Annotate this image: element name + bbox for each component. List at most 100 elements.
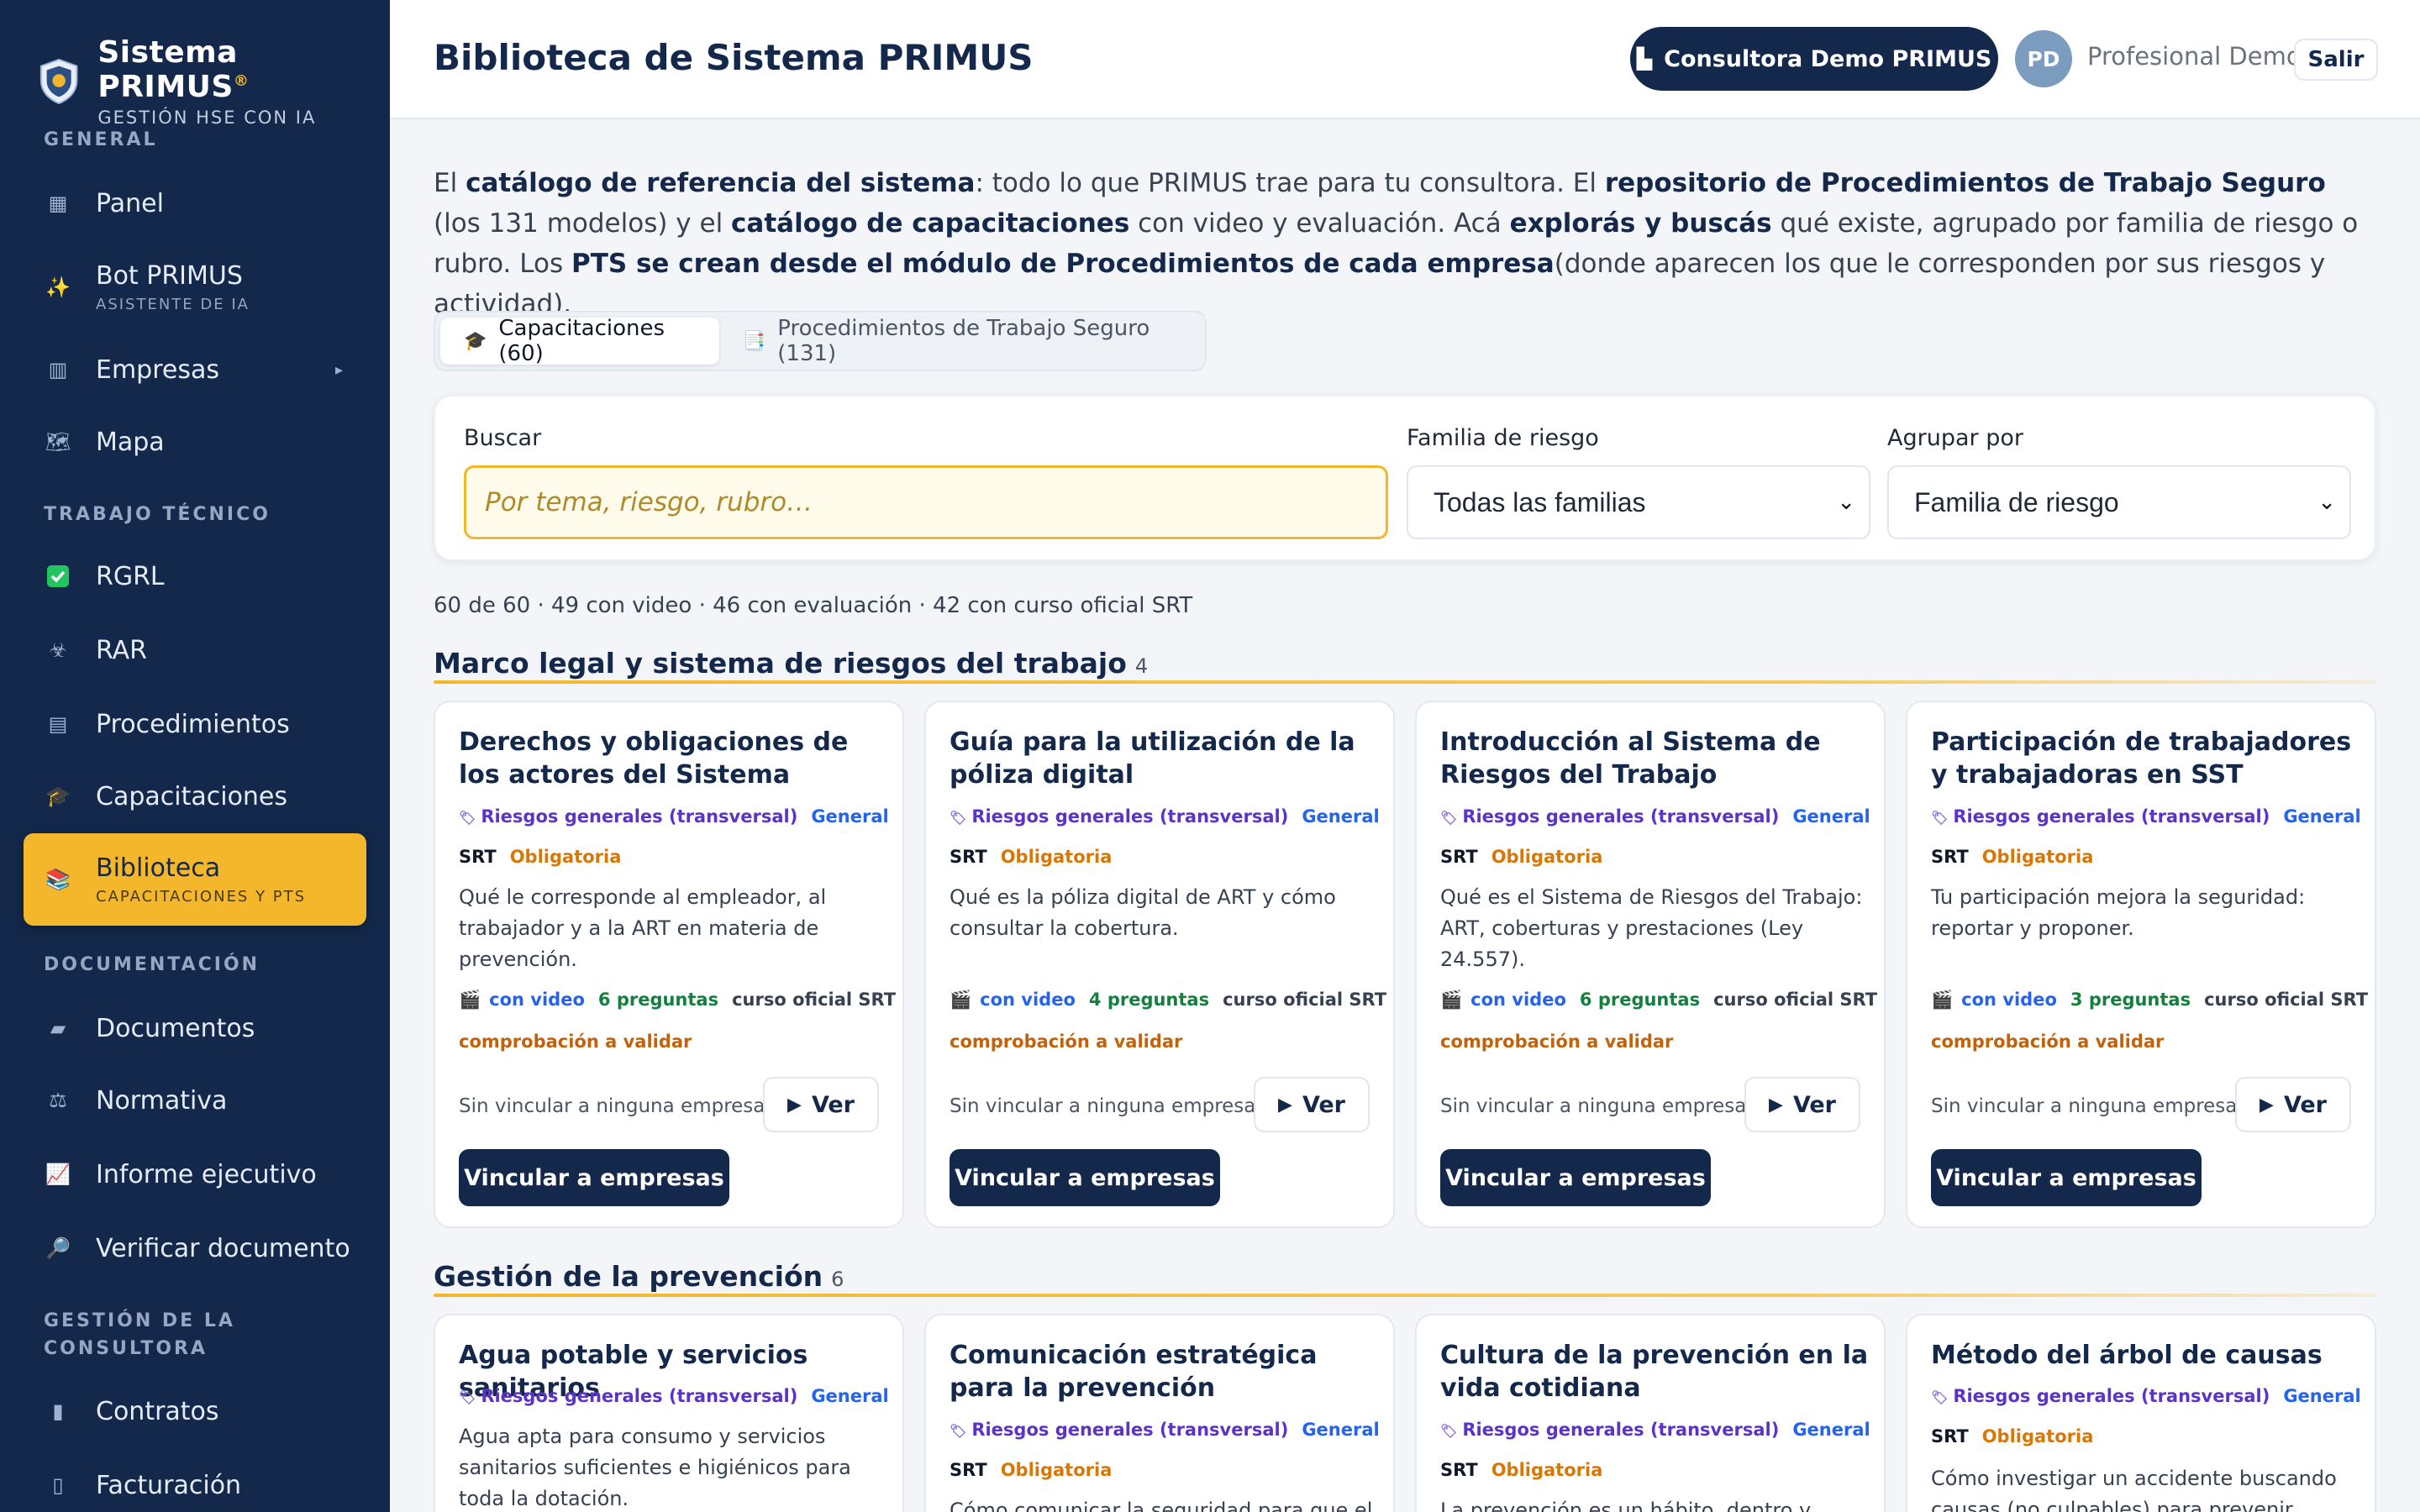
sidebar-item-facturacion[interactable]: ▯ Facturación xyxy=(24,1462,366,1509)
sidebar-item-mapa[interactable]: 🗺 Mapa xyxy=(24,418,366,465)
card-tags: 🏷 Riesgos generales (transversal) General xyxy=(459,1386,889,1406)
search-input[interactable]: Por tema, riesgo, rubro… xyxy=(464,465,1388,539)
sidebar-item-contratos[interactable]: ▮ Contratos xyxy=(24,1388,366,1435)
card-tags: 🏷 Riesgos generales (transversal) General xyxy=(1440,1420,1870,1440)
chevron-down-icon: ⌄ xyxy=(2317,489,2336,514)
sidebar-item-normativa[interactable]: ⚖ Normativa xyxy=(24,1077,366,1124)
tab-procedimientos[interactable]: 📑 Procedimientos de Trabajo Seguro (131) xyxy=(719,316,1200,366)
chart-icon: 📈 xyxy=(45,1163,71,1186)
grid-icon: ▦ xyxy=(48,192,68,215)
card-badges: SRT Obligatoria xyxy=(1440,1460,1603,1480)
sidebar-item-label: Biblioteca CAPACITACIONES Y PTS xyxy=(96,853,307,906)
building-icon: ▥ xyxy=(48,358,68,381)
card-validation: comprobación a validar xyxy=(459,1032,692,1052)
play-icon: ▶ xyxy=(1278,1094,1292,1116)
sidebar-item-rar[interactable]: ☣ RAR xyxy=(24,627,366,674)
nav-section-general: GENERAL xyxy=(44,129,158,150)
sidebar-item-label: Informe ejecutivo xyxy=(96,1159,317,1189)
play-icon: ▶ xyxy=(2260,1094,2274,1116)
card-link-status: Sin vincular a ninguna empresa xyxy=(950,1095,1256,1117)
group-by-label: Agrupar por xyxy=(1887,425,2023,451)
card-badges: SRT Obligatoria xyxy=(1931,847,2094,867)
graduation-cap-icon: 🎓 xyxy=(464,330,487,352)
sidebar-item-capacitaciones[interactable]: 🎓 Capacitaciones xyxy=(24,773,366,820)
avatar[interactable]: PD xyxy=(2015,30,2072,87)
view-button[interactable]: ▶ Ver xyxy=(2235,1077,2351,1132)
link-to-companies-button[interactable]: Vincular a empresas xyxy=(950,1149,1220,1206)
card-link-status: Sin vincular a ninguna empresa xyxy=(1931,1095,2238,1117)
card-link-status: Sin vincular a ninguna empresa xyxy=(1440,1095,1747,1117)
search-label: Buscar xyxy=(464,425,542,451)
brand-tagline: GESTIÓN HSE CON IA xyxy=(97,108,317,128)
shield-logo-icon xyxy=(39,58,78,105)
link-to-companies-button[interactable]: Vincular a empresas xyxy=(459,1149,729,1206)
graduation-cap-icon: 🎓 xyxy=(45,785,71,808)
logout-button[interactable]: Salir xyxy=(2294,39,2378,81)
card-description: Qué es el Sistema de Riesgos del Trabajo… xyxy=(1440,885,1863,971)
view-button[interactable]: ▶ Ver xyxy=(763,1077,879,1132)
sidebar-item-label: Empresas xyxy=(96,354,219,385)
sidebar: Sistema PRIMUS® GESTIÓN HSE CON IA GENER… xyxy=(0,0,390,1512)
card-tags: 🏷 Riesgos generales (transversal) General xyxy=(950,806,1380,827)
card-validation: comprobación a validar xyxy=(950,1032,1183,1052)
sidebar-item-label: RGRL xyxy=(96,561,165,591)
course-card: Introducción al Sistema de Riesgos del T… xyxy=(1415,701,1886,1228)
sparkles-icon: ✨ xyxy=(45,276,71,299)
tag-icon: 🏷 xyxy=(1440,810,1458,826)
link-to-companies-button[interactable]: Vincular a empresas xyxy=(1931,1149,2202,1206)
card-title: Derechos y obligaciones de los actores d… xyxy=(459,727,849,790)
play-icon: ▶ xyxy=(1769,1094,1783,1116)
page-title: Biblioteca de Sistema PRIMUS xyxy=(434,37,1034,78)
course-card: Comunicación estratégica para la prevenc… xyxy=(924,1314,1395,1512)
consultora-button[interactable]: ▙ Consultora Demo PRIMUS xyxy=(1630,27,1998,91)
sidebar-item-bot-primus[interactable]: ✨ Bot PRIMUS ASISTENTE DE IA xyxy=(24,252,366,323)
sidebar-item-rgrl[interactable]: RGRL xyxy=(24,553,366,600)
card-badges: SRT Obligatoria xyxy=(1931,1426,2094,1446)
clapperboard-icon: 🎬 xyxy=(459,990,481,1010)
group-divider xyxy=(434,1294,2376,1297)
tag-icon: 🏷 xyxy=(459,810,476,826)
group-heading: Gestión de la prevención 6 xyxy=(434,1260,844,1293)
brand-title: Sistema PRIMUS® xyxy=(97,35,250,104)
sidebar-item-biblioteca[interactable]: 📚 Biblioteca CAPACITACIONES Y PTS xyxy=(24,833,366,926)
course-card: Derechos y obligaciones de los actores d… xyxy=(434,701,904,1228)
view-button[interactable]: ▶ Ver xyxy=(1254,1077,1370,1132)
course-card: Agua potable y servicios sanitarios 🏷 Rie… xyxy=(434,1314,904,1512)
sidebar-item-label: Contratos xyxy=(96,1396,219,1426)
tag-icon: 🏷 xyxy=(1931,810,1949,826)
sidebar-item-label: Bot PRIMUS ASISTENTE DE IA xyxy=(96,261,250,313)
family-select[interactable]: Todas las familias ⌄ xyxy=(1407,465,1870,539)
card-description: Cómo comunicar la seguridad para que el xyxy=(950,1499,1373,1512)
card-description: Qué es la póliza digital de ART y cómo c… xyxy=(950,885,1336,940)
nav-section-gestion-consultora: GESTIÓN DE LA CONSULTORA xyxy=(44,1310,235,1359)
sidebar-item-procedimientos[interactable]: ▤ Procedimientos xyxy=(24,701,366,748)
course-card: Participación de trabajadores y trabajad… xyxy=(1906,701,2376,1228)
page-icon: ▮ xyxy=(52,1399,64,1423)
card-meta: 🎬 con video 4 preguntas curso oficial SRT xyxy=(950,990,1387,1010)
sidebar-item-documentos[interactable]: ▰ Documentos xyxy=(24,1005,366,1052)
sidebar-item-label: Documentos xyxy=(96,1013,255,1043)
sidebar-item-panel[interactable]: ▦ Panel xyxy=(24,180,366,227)
group-by-select[interactable]: Familia de riesgo ⌄ xyxy=(1887,465,2351,539)
user-name: Profesional Demo xyxy=(2087,42,2302,71)
nav-section-trabajo-tecnico: TRABAJO TÉCNICO xyxy=(44,504,271,525)
card-title: Método del árbol de causas xyxy=(1931,1341,2323,1370)
card-description: Tu participación mejora la seguridad: re… xyxy=(1931,885,2306,940)
check-box-icon xyxy=(45,564,71,589)
family-select-value: Todas las familias xyxy=(1434,486,1646,517)
sidebar-item-informe-ejecutivo[interactable]: 📈 Informe ejecutivo xyxy=(24,1151,366,1198)
tag-icon: 🏷 xyxy=(459,1389,476,1405)
document-icon: ▤ xyxy=(48,712,68,736)
card-title: Guía para la utilización de la póliza di… xyxy=(950,727,1355,790)
card-title: Comunicación estratégica para la prevenc… xyxy=(950,1341,1318,1403)
sidebar-item-empresas[interactable]: ▥ Empresas ▸ xyxy=(24,346,366,393)
sidebar-item-verificar-documento[interactable]: 🔎 Verificar documento xyxy=(24,1225,366,1272)
brand[interactable]: Sistema PRIMUS® GESTIÓN HSE CON IA xyxy=(0,0,390,128)
tab-capacitaciones[interactable]: 🎓 Capacitaciones (60) xyxy=(440,316,719,366)
chevron-right-icon: ▸ xyxy=(334,360,343,379)
card-description: La prevención es un hábito, dentro y fue… xyxy=(1440,1499,1812,1512)
view-button[interactable]: ▶ Ver xyxy=(1744,1077,1860,1132)
card-tags: 🏷 Riesgos generales (transversal) General xyxy=(1931,806,2361,827)
sidebar-item-label: Procedimientos xyxy=(96,709,290,739)
link-to-companies-button[interactable]: Vincular a empresas xyxy=(1440,1149,1711,1206)
